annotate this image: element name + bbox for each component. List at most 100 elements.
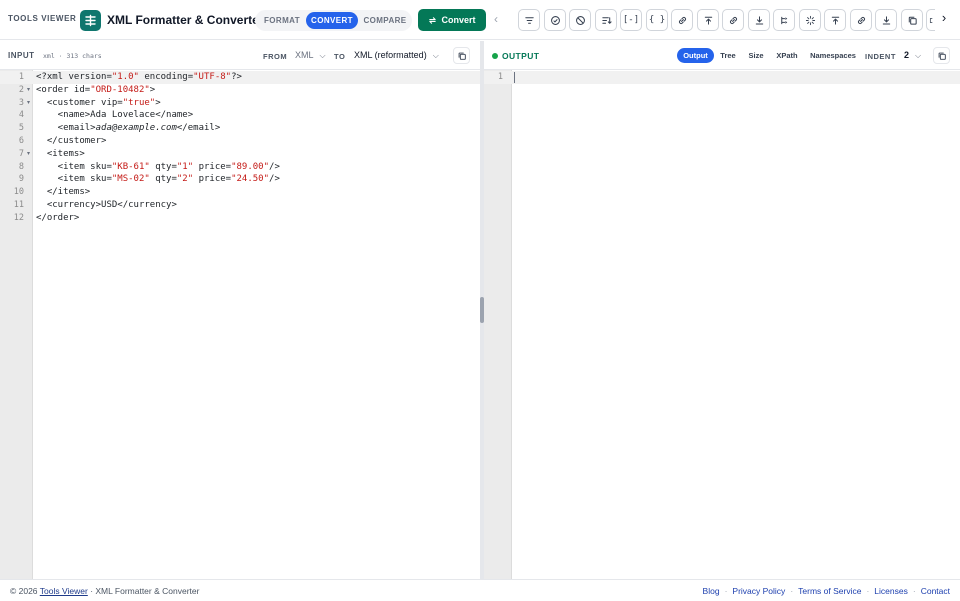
from-label: FROM — [263, 52, 288, 61]
filter-icon[interactable] — [518, 9, 540, 31]
code-line: <email>ada@example.com</email> — [36, 123, 221, 134]
contact-link[interactable]: Contact — [921, 586, 950, 596]
tab-tree[interactable]: Tree — [717, 48, 739, 63]
active-line — [484, 71, 960, 84]
output-editor[interactable]: 1 — [484, 70, 960, 579]
tab-size[interactable]: Size — [745, 48, 767, 63]
convert-button-label: Convert — [441, 15, 476, 25]
line-number: 4 — [18, 110, 24, 121]
upload-icon[interactable] — [824, 9, 846, 31]
input-label: INPUT — [8, 51, 35, 60]
code-line: <item sku="MS-02" qty="2" price="24.50"/… — [36, 174, 280, 185]
code-line: <name>Ada Lovelace</name> — [36, 110, 194, 121]
output-label: OUTPUT — [502, 51, 540, 61]
partial-icon[interactable] — [926, 9, 935, 31]
line-number: 1 — [18, 72, 24, 82]
copy-input-button[interactable] — [453, 47, 470, 64]
footer-separator: · — [790, 586, 794, 596]
line-number: 6 — [18, 136, 24, 146]
line-number: 12 — [13, 212, 24, 223]
indent-select[interactable]: 2 — [904, 50, 909, 60]
sparkle-icon[interactable] — [799, 9, 821, 31]
indent-label: INDENT — [865, 52, 896, 61]
footer: © 2026 Tools Viewer · XML Formatter & Co… — [0, 579, 960, 601]
code-line: </order> — [36, 212, 80, 223]
line-number: 10 — [13, 187, 24, 198]
from-select[interactable]: XML ⌵ — [295, 50, 326, 61]
tab-namespaces[interactable]: Namespaces — [807, 48, 859, 63]
tools-viewer-link[interactable]: Tools Viewer — [40, 586, 88, 596]
app-title: XML Formatter & Converter — [107, 13, 264, 27]
line-number: 9 — [18, 174, 24, 185]
code-line: <order id="ORD-10482"> — [36, 84, 156, 95]
footer-copyright: © 2026 Tools Viewer · XML Formatter & Co… — [10, 586, 199, 596]
to-select[interactable]: XML (reformatted) ⌵ — [354, 50, 439, 61]
fold-toggle-icon[interactable]: ▾ — [27, 148, 33, 161]
status-dot-icon — [492, 53, 498, 59]
licenses-link[interactable]: Licenses — [874, 586, 908, 596]
line-gutter — [484, 70, 512, 579]
fold-toggle-icon[interactable]: ▾ — [27, 84, 33, 97]
block-icon[interactable] — [569, 9, 591, 31]
input-panel-header: INPUT xml · 313 chars FROM XML ⌵ TO XML (… — [0, 41, 480, 70]
code-line: <item sku="KB-61" qty="1" price="89.00"/… — [36, 161, 280, 172]
brackets-icon[interactable]: [-] — [620, 9, 642, 31]
fold-toggle-icon[interactable]: ▾ — [27, 97, 33, 110]
chevron-right-icon[interactable]: › — [936, 10, 952, 25]
line-number: 7 — [18, 148, 24, 159]
chevron-down-icon: ⌵ — [319, 51, 326, 60]
upload-icon[interactable] — [697, 9, 719, 31]
link-icon[interactable] — [722, 9, 744, 31]
check-circle-icon[interactable] — [544, 9, 566, 31]
tab-xpath[interactable]: XPath — [773, 48, 801, 63]
to-select-value: XML (reformatted) — [354, 50, 427, 60]
footer-suffix: · XML Formatter & Converter — [90, 586, 200, 596]
line-number: 8 — [18, 161, 24, 172]
footer-separator: · — [866, 586, 870, 596]
tab-output[interactable]: Output — [677, 48, 714, 63]
line-number: 11 — [13, 200, 24, 210]
code-line: <currency>USD</currency> — [36, 200, 177, 210]
input-meta: xml · 313 chars — [43, 52, 102, 60]
download-icon[interactable] — [748, 9, 770, 31]
download-icon[interactable] — [875, 9, 897, 31]
top-bar: TOOLS VIEWER XML Formatter & Converter F… — [0, 0, 960, 40]
privacy-policy-link[interactable]: Privacy Policy — [732, 586, 785, 596]
blog-link[interactable]: Blog — [703, 586, 720, 596]
mode-format-tab[interactable]: FORMAT — [260, 12, 304, 29]
brand-name[interactable]: TOOLS VIEWER — [8, 14, 76, 23]
copy-icon — [938, 52, 946, 60]
copy-output-button[interactable] — [933, 47, 950, 64]
convert-button[interactable]: Convert — [418, 9, 486, 31]
code-line: </customer> — [36, 136, 107, 146]
mode-compare-tab[interactable]: COMPARE — [360, 12, 410, 29]
copyright-text: © 2026 — [10, 586, 38, 596]
copy-icon[interactable] — [901, 9, 923, 31]
terms-of-service-link[interactable]: Terms of Service — [798, 586, 861, 596]
code-line: <customer vip="true"> — [36, 97, 161, 108]
input-editor[interactable]: 1 <?xml version="1.0" encoding="UTF-8"?> 2… — [0, 70, 480, 579]
braces-icon[interactable]: { } — [646, 9, 668, 31]
footer-separator: · — [912, 586, 916, 596]
line-number: 1 — [497, 72, 503, 82]
footer-links: Blog · Privacy Policy · Terms of Service · Lic… — [703, 586, 950, 596]
footer-separator: · — [724, 586, 728, 596]
link-icon[interactable] — [671, 9, 693, 31]
chevron-left-icon[interactable]: ‹ — [494, 12, 498, 26]
text-cursor — [514, 72, 515, 83]
sort-icon[interactable] — [595, 9, 617, 31]
line-number: 2 — [18, 84, 24, 95]
copy-icon — [458, 52, 466, 60]
tree-icon[interactable] — [773, 9, 795, 31]
code-line: <items> — [36, 148, 85, 159]
to-label: TO — [334, 52, 346, 61]
line-number: 5 — [18, 123, 24, 134]
output-panel-header: OUTPUT Output Tree Size XPath Namespaces… — [484, 41, 960, 70]
swap-icon — [429, 16, 437, 24]
line-number: 3 — [18, 97, 24, 108]
link-icon[interactable] — [850, 9, 872, 31]
chevron-down-icon: ⌵ — [432, 51, 439, 60]
code-line: <?xml version="1.0" encoding="UTF-8"?> — [36, 72, 242, 82]
mode-convert-tab[interactable]: CONVERT — [306, 12, 358, 29]
mode-switcher: FORMAT CONVERT COMPARE — [255, 10, 412, 31]
